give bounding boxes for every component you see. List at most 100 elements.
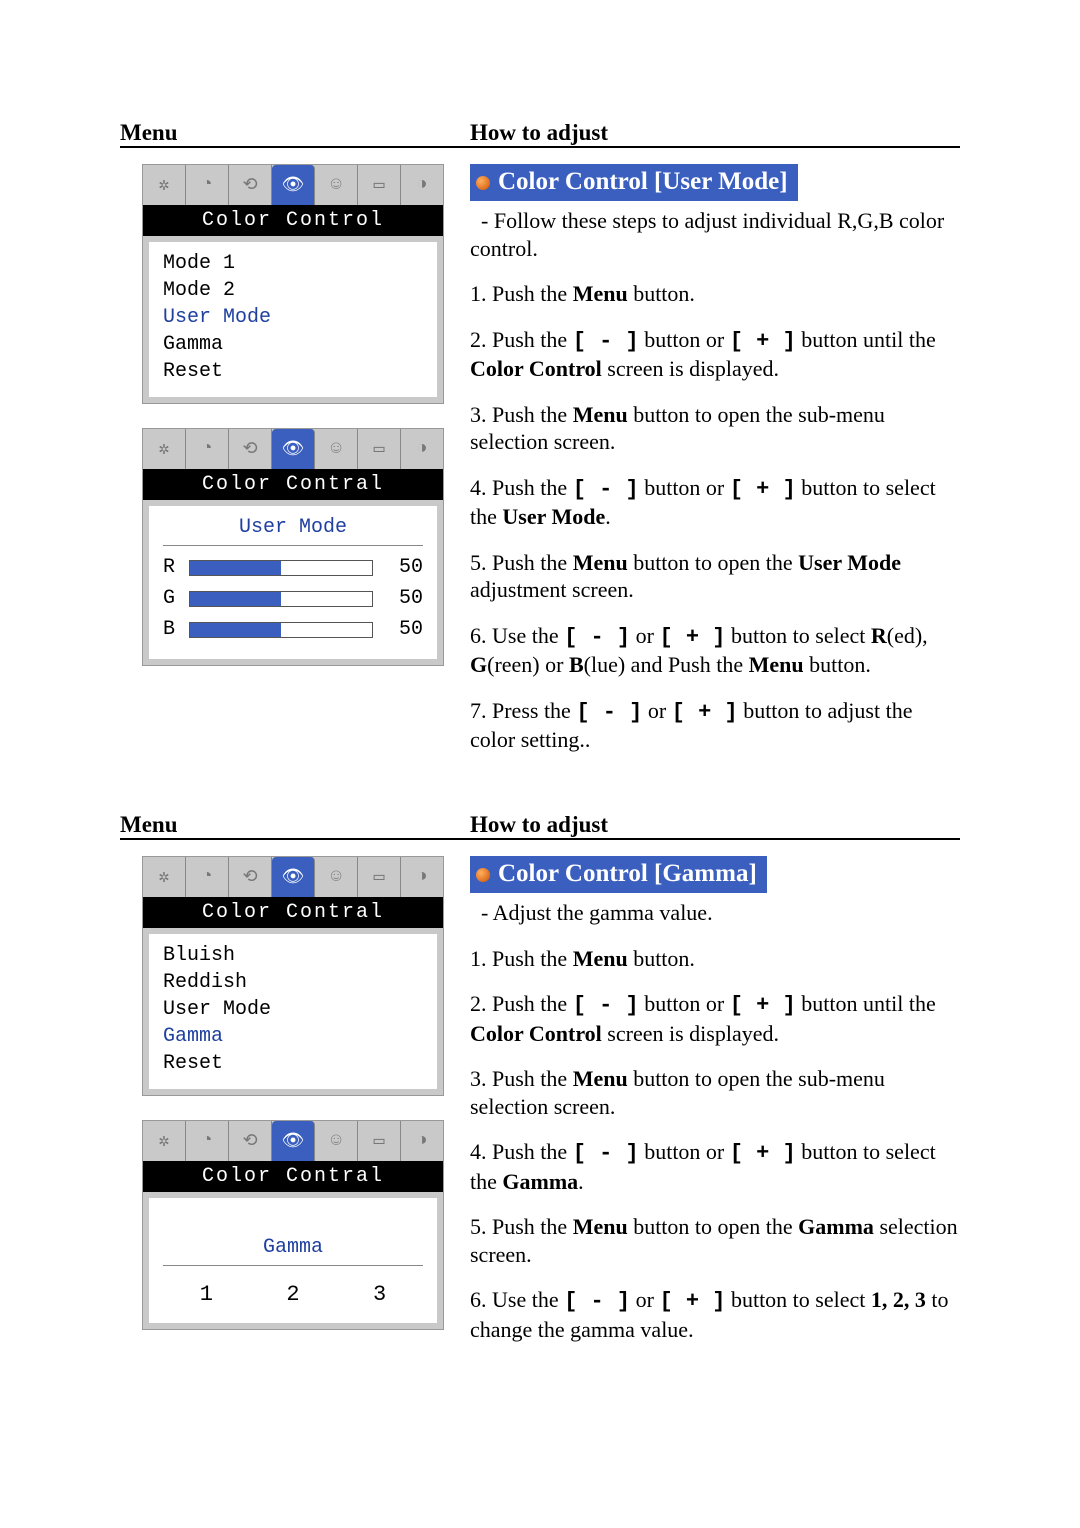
osd-icon: ◔: [186, 429, 229, 469]
instruction-step: 7. Press the [ - ] or [ + ] button to ad…: [470, 697, 960, 754]
instruction-step: 4. Push the [ - ] button or [ + ] button…: [470, 474, 960, 531]
column-headers: Menu How to adjust: [120, 120, 960, 148]
bullet-icon: [476, 868, 490, 882]
bullet-icon: [476, 176, 490, 190]
section-title-text: Color Control [Gamma]: [498, 860, 757, 887]
osd-icon: ☺: [315, 165, 358, 205]
osd-subtitle: User Mode: [163, 514, 423, 546]
osd-icon: ☺: [315, 857, 358, 897]
menu-column: ✲ ◔ ⟲ 👁 ☺ ▭ ◑ Color Contral BluishReddis…: [120, 856, 470, 1361]
instruction-step: 5. Push the Menu button to open the Gamm…: [470, 1213, 960, 1268]
osd-title: Color Control: [143, 205, 443, 236]
section-title-text: Color Control [User Mode]: [498, 168, 788, 195]
instruction-step: 3. Push the Menu button to open the sub-…: [470, 401, 960, 456]
instruction-step: 6. Use the [ - ] or [ + ] button to sele…: [470, 622, 960, 679]
osd-menu-item: User Mode: [163, 996, 423, 1023]
document-page: Menu How to adjust ✲ ◔ ⟲ 👁 ☺ ▭ ◑ Color C…: [0, 0, 1080, 1461]
osd-icon: ▭: [358, 857, 401, 897]
rgb-slider-row: G 50: [163, 585, 423, 612]
header-how-to-adjust: How to adjust: [470, 120, 960, 146]
rgb-label: B: [163, 616, 189, 643]
instruction-step: 1. Push the Menu button.: [470, 280, 960, 308]
osd-icon-row: ✲ ◔ ⟲ 👁 ☺ ▭ ◑: [143, 429, 443, 469]
instruction-step: 6. Use the [ - ] or [ + ] button to sele…: [470, 1286, 960, 1343]
osd-title: Color Contral: [143, 469, 443, 500]
osd-icon: ▭: [358, 1121, 401, 1161]
gamma-option: 2: [286, 1280, 299, 1310]
osd-subtitle: Gamma: [163, 1234, 423, 1266]
instructions-column: Color Control [User Mode] - Follow these…: [470, 164, 960, 772]
osd-screenshot-gamma-select: ✲ ◔ ⟲ 👁 ☺ ▭ ◑ Color Contral Gamma 1 2 3: [142, 1120, 444, 1331]
osd-icon: ✲: [143, 429, 186, 469]
osd-menu-item: Bluish: [163, 942, 423, 969]
instructions-column: Color Control [Gamma] - Adjust the gamma…: [470, 856, 960, 1361]
osd-icon: ◑: [401, 165, 443, 205]
instruction-step: 5. Push the Menu button to open the User…: [470, 549, 960, 604]
osd-icon-selected: 👁: [272, 429, 315, 469]
osd-icon: ✲: [143, 1121, 186, 1161]
rgb-bar: [189, 560, 373, 576]
osd-menu-item: Reddish: [163, 969, 423, 996]
section-title: Color Control [User Mode]: [470, 164, 798, 201]
osd-icon-row: ✲ ◔ ⟲ 👁 ☺ ▭ ◑: [143, 857, 443, 897]
osd-icon: ◑: [401, 1121, 443, 1161]
gamma-option: 1: [200, 1280, 213, 1310]
osd-icon: ✲: [143, 165, 186, 205]
menu-column: ✲ ◔ ⟲ 👁 ☺ ▭ ◑ Color Control Mode 1Mode 2…: [120, 164, 470, 772]
section-user-mode: Menu How to adjust ✲ ◔ ⟲ 👁 ☺ ▭ ◑ Color C…: [120, 120, 960, 772]
header-how-to-adjust: How to adjust: [470, 812, 960, 838]
osd-icon: ✲: [143, 857, 186, 897]
osd-icon: ◔: [186, 857, 229, 897]
column-headers: Menu How to adjust: [120, 812, 960, 840]
header-menu: Menu: [120, 120, 470, 146]
header-menu: Menu: [120, 812, 470, 838]
osd-title: Color Contral: [143, 897, 443, 928]
section-title: Color Control [Gamma]: [470, 856, 767, 893]
osd-menu-item: Mode 1: [163, 250, 423, 277]
osd-icon-row: ✲ ◔ ⟲ 👁 ☺ ▭ ◑: [143, 1121, 443, 1161]
osd-icon: ⟲: [229, 429, 272, 469]
section-gamma: Menu How to adjust ✲ ◔ ⟲ 👁 ☺ ▭ ◑ Color C…: [120, 812, 960, 1361]
intro-text: - Adjust the gamma value.: [470, 899, 960, 927]
osd-icon-row: ✲ ◔ ⟲ 👁 ☺ ▭ ◑: [143, 165, 443, 205]
osd-icon: ⟲: [229, 857, 272, 897]
rgb-value: 50: [383, 554, 423, 581]
instruction-step: 4. Push the [ - ] button or [ + ] button…: [470, 1138, 960, 1195]
gamma-option: 3: [373, 1280, 386, 1310]
osd-icon: ▭: [358, 429, 401, 469]
rgb-label: R: [163, 554, 189, 581]
osd-icon: ☺: [315, 1121, 358, 1161]
osd-icon-selected: 👁: [272, 1121, 315, 1161]
osd-menu-item: Gamma: [163, 331, 423, 358]
osd-icon-selected: 👁: [272, 857, 315, 897]
osd-menu-item: Reset: [163, 1050, 423, 1077]
rgb-bar: [189, 591, 373, 607]
osd-menu-item: User Mode: [163, 304, 423, 331]
osd-menu-item: Mode 2: [163, 277, 423, 304]
osd-icon: ◑: [401, 429, 443, 469]
osd-screenshot-user-mode: ✲ ◔ ⟲ 👁 ☺ ▭ ◑ Color Contral User Mode R 5…: [142, 428, 444, 666]
osd-icon: ⟲: [229, 1121, 272, 1161]
osd-screenshot-color-control: ✲ ◔ ⟲ 👁 ☺ ▭ ◑ Color Control Mode 1Mode 2…: [142, 164, 444, 404]
intro-text: - Follow these steps to adjust individua…: [470, 207, 960, 262]
osd-icon-selected: 👁: [272, 165, 315, 205]
rgb-slider-row: B 50: [163, 616, 423, 643]
osd-icon: ☺: [315, 429, 358, 469]
rgb-bar: [189, 622, 373, 638]
osd-icon: ▭: [358, 165, 401, 205]
osd-title: Color Contral: [143, 1161, 443, 1192]
rgb-value: 50: [383, 585, 423, 612]
osd-menu-item: Gamma: [163, 1023, 423, 1050]
instruction-step: 2. Push the [ - ] button or [ + ] button…: [470, 326, 960, 383]
rgb-slider-row: R 50: [163, 554, 423, 581]
osd-icon: ◑: [401, 857, 443, 897]
osd-menu-item: Reset: [163, 358, 423, 385]
osd-screenshot-color-control-gamma: ✲ ◔ ⟲ 👁 ☺ ▭ ◑ Color Contral BluishReddis…: [142, 856, 444, 1096]
instruction-step: 3. Push the Menu button to open the sub-…: [470, 1065, 960, 1120]
osd-icon: ◔: [186, 165, 229, 205]
instruction-step: 1. Push the Menu button.: [470, 945, 960, 973]
rgb-value: 50: [383, 616, 423, 643]
osd-icon: ⟲: [229, 165, 272, 205]
rgb-label: G: [163, 585, 189, 612]
osd-icon: ◔: [186, 1121, 229, 1161]
